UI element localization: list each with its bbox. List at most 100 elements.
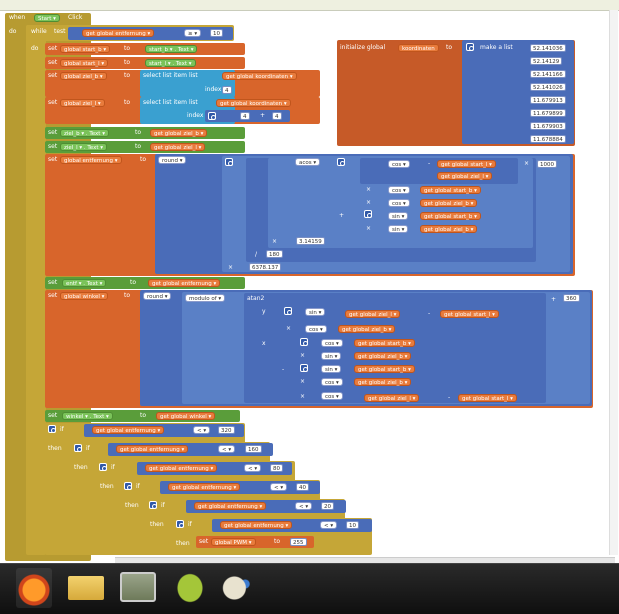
var-global-ziel-l[interactable]: global ziel_l ▾ xyxy=(60,99,105,107)
acos-dropdown[interactable]: acos ▾ xyxy=(295,158,321,166)
number-255[interactable]: 255 xyxy=(290,538,307,546)
mutator-gear-icon[interactable] xyxy=(300,364,308,372)
number-4[interactable]: 4 xyxy=(222,86,232,94)
get-global-start-l[interactable]: get global start_l ▾ xyxy=(440,310,499,318)
mutator-gear-icon[interactable] xyxy=(466,43,474,51)
cos-dropdown[interactable]: cos ▾ xyxy=(321,339,343,347)
get-global-entfernung[interactable]: get global entfernung ▾ xyxy=(116,445,189,453)
var-global-start-l[interactable]: global start_l ▾ xyxy=(60,59,109,67)
coord-value-1[interactable]: 52.141036 xyxy=(530,44,566,52)
sin-dropdown[interactable]: sin ▾ xyxy=(321,352,342,360)
get-global-ziel-b[interactable]: get global ziel_b ▾ xyxy=(150,129,208,137)
get-global-ziel-b[interactable]: get global ziel_b ▾ xyxy=(354,378,412,386)
get-global-ziel-l[interactable]: get global ziel_l ▾ xyxy=(150,143,206,151)
component-start-b-text[interactable]: start_b ▾ . Text ▾ xyxy=(145,45,198,53)
number-4b[interactable]: 4 xyxy=(240,112,250,120)
coord-value-6[interactable]: 11.679899 xyxy=(530,109,566,117)
mutator-gear-icon[interactable] xyxy=(337,158,345,166)
get-global-start-b[interactable]: get global start_b ▾ xyxy=(354,365,415,373)
vertical-scrollbar[interactable] xyxy=(609,10,618,555)
component-ziel-b-text[interactable]: ziel_b ▾ . Text ▾ xyxy=(60,129,109,137)
mutator-gear-icon[interactable] xyxy=(48,425,56,433)
var-global-start-b[interactable]: global start_b ▾ xyxy=(60,45,111,53)
get-global-ziel-b[interactable]: get global ziel_b ▾ xyxy=(338,325,396,333)
component-entf-text[interactable]: entf ▾ . Text ▾ xyxy=(62,279,107,287)
coord-value-3[interactable]: 52.141166 xyxy=(530,70,566,78)
number-20[interactable]: 20 xyxy=(321,502,334,510)
sin-dropdown[interactable]: sin ▾ xyxy=(305,308,326,316)
mutator-gear-icon[interactable] xyxy=(300,338,308,346)
coord-value-7[interactable]: 11.679903 xyxy=(530,122,566,130)
get-global-entfernung[interactable]: get global entfernung ▾ xyxy=(194,502,267,510)
coord-value-5[interactable]: 11.679913 xyxy=(530,96,566,104)
compare-op-lt[interactable]: < ▾ xyxy=(218,445,236,453)
mutator-gear-icon[interactable] xyxy=(225,158,233,166)
number-10b[interactable]: 10 xyxy=(346,521,359,529)
component-ziel-l-text[interactable]: ziel_l ▾ . Text ▾ xyxy=(60,143,108,151)
cos-dropdown[interactable]: cos ▾ xyxy=(388,160,410,168)
get-global-ziel-l[interactable]: get global ziel_l ▾ xyxy=(345,310,401,318)
get-global-entfernung[interactable]: get global entfernung ▾ xyxy=(92,426,165,434)
round-dropdown[interactable]: round ▾ xyxy=(158,156,187,164)
number-320[interactable]: 320 xyxy=(218,426,235,434)
compare-op-gte[interactable]: ≥ ▾ xyxy=(184,29,202,37)
get-global-ziel-b[interactable]: get global ziel_b ▾ xyxy=(420,225,478,233)
get-global-start-b[interactable]: get global start_b ▾ xyxy=(420,212,481,220)
cos-dropdown[interactable]: cos ▾ xyxy=(321,392,343,400)
coord-value-8[interactable]: 11.678884 xyxy=(530,135,566,143)
get-global-ziel-l[interactable]: get global ziel_l ▾ xyxy=(437,172,493,180)
coord-value-2[interactable]: 52.14129 xyxy=(530,57,563,65)
number-360[interactable]: 360 xyxy=(563,294,580,302)
var-koordinaten-name[interactable]: koordinaten xyxy=(398,44,439,52)
var-global-entfernung[interactable]: global entfernung ▾ xyxy=(60,156,122,164)
number-10[interactable]: 10 xyxy=(210,29,223,37)
folder-icon[interactable] xyxy=(68,576,104,600)
cos-dropdown[interactable]: cos ▾ xyxy=(388,186,410,194)
cos-dropdown[interactable]: cos ▾ xyxy=(388,199,410,207)
get-global-entfernung[interactable]: get global entfernung ▾ xyxy=(148,279,221,287)
compare-op-lt[interactable]: < ▾ xyxy=(244,464,262,472)
get-global-entfernung[interactable]: get global entfernung ▾ xyxy=(82,29,155,37)
get-global-winkel[interactable]: get global winkel ▾ xyxy=(156,412,216,420)
mutator-gear-icon[interactable] xyxy=(99,463,107,471)
cos-dropdown[interactable]: cos ▾ xyxy=(305,325,327,333)
mutator-gear-icon[interactable] xyxy=(176,520,184,528)
get-global-koordinaten[interactable]: get global koordinaten ▾ xyxy=(222,72,297,80)
modulo-dropdown[interactable]: modulo of ▾ xyxy=(185,294,226,302)
mutator-gear-icon[interactable] xyxy=(208,112,216,120)
var-global-winkel[interactable]: global winkel ▾ xyxy=(60,292,109,300)
compare-op-lt[interactable]: < ▾ xyxy=(270,483,288,491)
component-winkel-text[interactable]: winkel ▾ . Text ▾ xyxy=(62,412,113,420)
mutator-gear-icon[interactable] xyxy=(124,482,132,490)
get-global-start-l[interactable]: get global start_l ▾ xyxy=(437,160,496,168)
android-emulator-icon[interactable] xyxy=(120,572,156,602)
event-component-dropdown[interactable]: Start ▾ xyxy=(34,14,60,22)
get-global-ziel-b[interactable]: get global ziel_b ▾ xyxy=(420,199,478,207)
get-global-ziel-b[interactable]: get global ziel_b ▾ xyxy=(354,352,412,360)
get-global-entfernung[interactable]: get global entfernung ▾ xyxy=(168,483,241,491)
number-40[interactable]: 40 xyxy=(296,483,309,491)
get-global-start-b[interactable]: get global start_b ▾ xyxy=(354,339,415,347)
get-global-start-b[interactable]: get global start_b ▾ xyxy=(420,186,481,194)
get-global-entfernung[interactable]: get global entfernung ▾ xyxy=(220,521,293,529)
number-1000[interactable]: 1000 xyxy=(537,160,557,168)
number-80[interactable]: 80 xyxy=(270,464,283,472)
number-180[interactable]: 180 xyxy=(266,250,283,258)
sin-dropdown[interactable]: sin ▾ xyxy=(321,365,342,373)
mutator-gear-icon[interactable] xyxy=(364,210,372,218)
sin-dropdown[interactable]: sin ▾ xyxy=(388,212,409,220)
blocks-workspace[interactable]: when Start ▾ Click do while test get glo… xyxy=(0,0,619,563)
compare-op-lt[interactable]: < ▾ xyxy=(193,426,211,434)
mutator-gear-icon[interactable] xyxy=(74,444,82,452)
mutator-gear-icon[interactable] xyxy=(149,501,157,509)
sin-dropdown[interactable]: sin ▾ xyxy=(388,225,409,233)
get-global-entfernung[interactable]: get global entfernung ▾ xyxy=(145,464,218,472)
number-pi[interactable]: 3.14159 xyxy=(296,237,325,245)
android-icon[interactable] xyxy=(172,568,208,608)
cos-dropdown[interactable]: cos ▾ xyxy=(321,378,343,386)
get-global-koordinaten[interactable]: get global koordinaten ▾ xyxy=(216,99,291,107)
get-global-ziel-l[interactable]: get global ziel_l ▾ xyxy=(364,394,420,402)
firefox-icon[interactable] xyxy=(16,568,52,608)
component-start-l-text[interactable]: start_l ▾ . Text ▾ xyxy=(145,59,196,67)
var-global-ziel-b[interactable]: global ziel_b ▾ xyxy=(60,72,107,80)
